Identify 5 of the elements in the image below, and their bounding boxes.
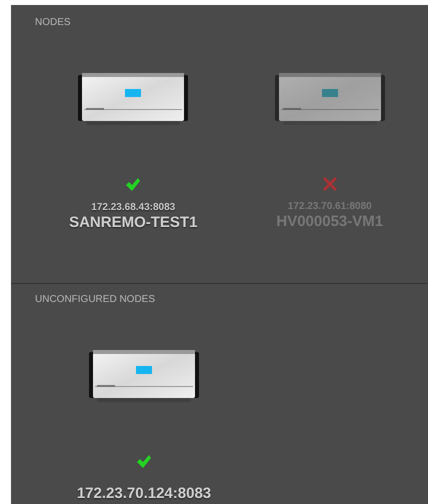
node-address: 172.23.70.124:8083 <box>76 485 212 503</box>
section-title: NODES <box>35 17 72 29</box>
section-title: UNCONFIGURED NODES <box>35 294 156 306</box>
node-address: 172.23.68.43:8083 <box>91 202 176 214</box>
node-name: SANREMO-TEST1 <box>69 214 198 232</box>
